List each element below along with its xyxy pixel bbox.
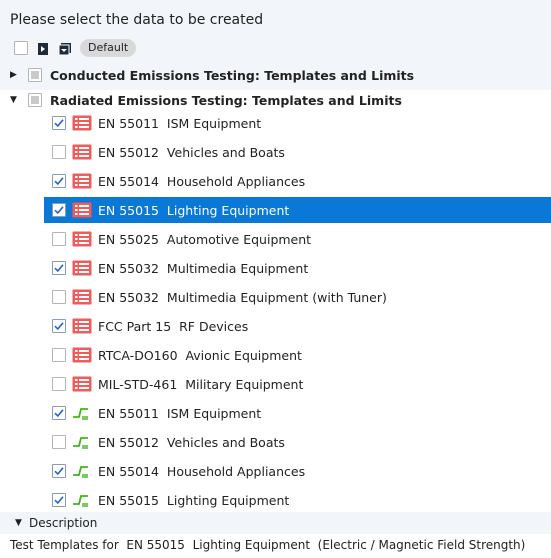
collapse-arrow-icon[interactable]: ▼ xyxy=(10,95,20,105)
item-label: EN 55011 ISM Equipment xyxy=(98,115,262,131)
item-label: EN 55012 Vehicles and Boats xyxy=(98,434,285,450)
tree-item-content: EN 55025 Automotive Equipment xyxy=(52,226,311,252)
item-checkbox[interactable] xyxy=(52,261,66,275)
item-checkbox[interactable] xyxy=(52,203,66,217)
tree-item[interactable]: EN 55025 Automotive Equipment xyxy=(0,226,551,252)
list-icon xyxy=(72,318,92,334)
tree-item[interactable]: MIL-STD-461 Military Equipment xyxy=(0,371,551,397)
tree-item[interactable]: EN 55012 Vehicles and Boats xyxy=(0,429,551,455)
tree-item[interactable]: FCC Part 15 RF Devices xyxy=(0,313,551,339)
item-checkbox[interactable] xyxy=(52,493,66,507)
description-title: Description xyxy=(29,516,98,530)
item-checkbox[interactable] xyxy=(52,464,66,478)
tree-item-content: FCC Part 15 RF Devices xyxy=(52,313,248,339)
tree-item[interactable]: EN 55012 Vehicles and Boats xyxy=(0,139,551,165)
item-checkbox[interactable] xyxy=(52,174,66,188)
item-checkbox[interactable] xyxy=(52,348,66,362)
toolbar: Default xyxy=(14,38,137,58)
item-label: EN 55011 ISM Equipment xyxy=(98,405,262,421)
item-checkbox[interactable] xyxy=(52,145,66,159)
default-button[interactable]: Default xyxy=(80,39,137,57)
tree-item-content: EN 55012 Vehicles and Boats xyxy=(52,429,285,455)
group-conducted-emissions[interactable]: ▶ Conducted Emissions Testing: Templates… xyxy=(10,64,414,86)
item-checkbox[interactable] xyxy=(52,232,66,246)
limit-line-icon xyxy=(72,463,92,479)
item-label: EN 55012 Vehicles and Boats xyxy=(98,144,285,160)
item-checkbox[interactable] xyxy=(52,377,66,391)
tree-item[interactable]: EN 55015 Lighting Equipment xyxy=(44,197,551,223)
select-all-checkbox[interactable] xyxy=(14,41,28,55)
tree-item-content: EN 55032 Multimedia Equipment (with Tune… xyxy=(52,284,387,310)
item-label: RTCA-DO160 Avionic Equipment xyxy=(98,347,302,363)
tree-item-content: EN 55011 ISM Equipment xyxy=(52,400,261,426)
group-label: Conducted Emissions Testing: Templates a… xyxy=(50,67,415,83)
tree-item[interactable]: RTCA-DO160 Avionic Equipment xyxy=(0,342,551,368)
group-checkbox[interactable] xyxy=(28,93,42,107)
list-icon xyxy=(72,376,92,392)
tree-item-content: EN 55015 Lighting Equipment xyxy=(52,197,289,223)
item-label: EN 55032 Multimedia Equipment xyxy=(98,260,309,276)
item-label: EN 55015 Lighting Equipment xyxy=(98,492,290,508)
list-icon xyxy=(72,260,92,276)
item-label: EN 55015 Lighting Equipment xyxy=(98,202,290,218)
limit-line-icon xyxy=(72,434,92,450)
limit-line-icon xyxy=(72,492,92,508)
tree-item[interactable]: EN 55015 Lighting Equipment xyxy=(0,487,551,513)
tree-item[interactable]: EN 55032 Multimedia Equipment (with Tune… xyxy=(0,284,551,310)
tree-item-content: RTCA-DO160 Avionic Equipment xyxy=(52,342,302,368)
item-label: MIL-STD-461 Military Equipment xyxy=(98,376,304,392)
tree-item-content: EN 55012 Vehicles and Boats xyxy=(52,139,285,165)
instruction-text: Please select the data to be created xyxy=(10,12,264,28)
item-label: EN 55014 Household Appliances xyxy=(98,173,306,189)
group-checkbox[interactable] xyxy=(28,68,42,82)
item-checkbox[interactable] xyxy=(52,116,66,130)
group-label: Radiated Emissions Testing: Templates an… xyxy=(50,92,402,108)
description-text: Test Templates for EN 55015 Lighting Equ… xyxy=(10,538,526,552)
collapse-arrow-icon[interactable]: ▼ xyxy=(15,518,25,528)
expand-arrow-icon[interactable]: ▶ xyxy=(10,70,20,80)
tree-item[interactable]: EN 55014 Household Appliances xyxy=(0,168,551,194)
list-icon xyxy=(72,173,92,189)
list-icon xyxy=(72,289,92,305)
list-icon xyxy=(72,202,92,218)
tree-item-content: EN 55014 Household Appliances xyxy=(52,458,305,484)
tree-item-content: EN 55014 Household Appliances xyxy=(52,168,305,194)
list-icon xyxy=(72,144,92,160)
tree-item-content: EN 55015 Lighting Equipment xyxy=(52,487,289,513)
item-label: EN 55025 Automotive Equipment xyxy=(98,231,312,247)
list-icon xyxy=(72,231,92,247)
collapse-all-icon[interactable] xyxy=(58,41,72,56)
limit-line-icon xyxy=(72,405,92,421)
expand-all-icon[interactable] xyxy=(36,41,50,55)
item-label: EN 55032 Multimedia Equipment (with Tune… xyxy=(98,289,387,305)
item-checkbox[interactable] xyxy=(52,435,66,449)
item-label: EN 55014 Household Appliances xyxy=(98,463,306,479)
tree-item-content: EN 55032 Multimedia Equipment xyxy=(52,255,308,281)
tree-item[interactable]: EN 55014 Household Appliances xyxy=(0,458,551,484)
item-checkbox[interactable] xyxy=(52,319,66,333)
header-panel: Please select the data to be created Def… xyxy=(0,0,551,90)
item-label: FCC Part 15 RF Devices xyxy=(98,318,249,334)
list-icon xyxy=(72,115,92,131)
tree-item[interactable]: EN 55011 ISM Equipment xyxy=(0,400,551,426)
tree-item[interactable]: EN 55032 Multimedia Equipment xyxy=(0,255,551,281)
item-checkbox[interactable] xyxy=(52,406,66,420)
tree-item[interactable]: EN 55011 ISM Equipment xyxy=(0,110,551,136)
group-radiated-emissions[interactable]: ▼ Radiated Emissions Testing: Templates … xyxy=(10,89,402,111)
description-header[interactable]: ▼ Description xyxy=(0,512,551,534)
tree-item-content: EN 55011 ISM Equipment xyxy=(52,110,261,136)
list-icon xyxy=(72,347,92,363)
item-checkbox[interactable] xyxy=(52,290,66,304)
tree-item-content: MIL-STD-461 Military Equipment xyxy=(52,371,303,397)
